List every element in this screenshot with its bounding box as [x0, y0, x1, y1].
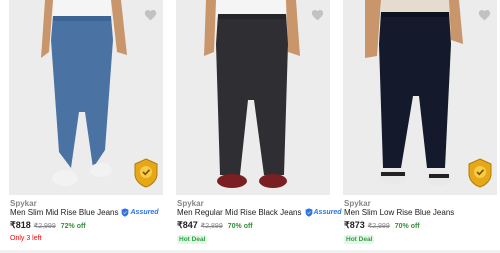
- product-title[interactable]: Men Regular Mid Rise Black Jeans: [177, 208, 302, 217]
- assured-label: Assured: [313, 209, 342, 216]
- product-mrp: ₹2,899: [200, 223, 223, 230]
- wishlist-button[interactable]: [310, 8, 324, 22]
- hot-deal-tag: Hot Deal: [177, 235, 208, 244]
- brand-authorized-badge-icon: [134, 158, 158, 188]
- assured-shield-icon: [305, 208, 312, 217]
- product-card[interactable]: Spykar Men Slim Low Rise Blue Jeans ₹873…: [343, 0, 497, 253]
- product-brand: Spykar: [344, 199, 371, 208]
- product-card[interactable]: Spykar Men Regular Mid Rise Black Jeans …: [176, 0, 342, 253]
- product-photo: [176, 0, 330, 195]
- assured-badge: Assured: [305, 208, 342, 217]
- product-image[interactable]: [176, 0, 330, 195]
- product-brand: Spykar: [177, 199, 204, 208]
- hot-deal-tag: Hot Deal: [344, 235, 375, 244]
- product-discount: 72% off: [60, 223, 86, 230]
- product-title[interactable]: Men Slim Mid Rise Blue Jeans: [10, 208, 118, 217]
- product-price: ₹847: [177, 220, 198, 230]
- product-card[interactable]: Spykar Men Slim Mid Rise Blue Jeans Assu…: [9, 0, 163, 253]
- product-discount: 70% off: [227, 223, 253, 230]
- product-discount: 70% off: [394, 223, 420, 230]
- brand-authorized-badge-icon: [468, 158, 492, 188]
- assured-shield-icon: [122, 208, 129, 217]
- product-price: ₹873: [344, 220, 365, 230]
- heart-icon: [478, 10, 490, 21]
- product-price: ₹818: [10, 220, 31, 230]
- stock-note: Only 3 left: [10, 235, 42, 242]
- assured-label: Assured: [130, 209, 159, 216]
- wishlist-button[interactable]: [477, 8, 491, 22]
- product-mrp: ₹2,999: [33, 223, 56, 230]
- assured-badge: Assured: [121, 208, 159, 217]
- heart-icon: [311, 10, 323, 21]
- product-image[interactable]: [343, 0, 497, 195]
- product-mrp: ₹2,999: [367, 223, 390, 230]
- product-brand: Spykar: [10, 199, 37, 208]
- wishlist-button[interactable]: [143, 8, 157, 22]
- heart-icon: [144, 10, 156, 21]
- product-image[interactable]: [9, 0, 163, 195]
- product-title[interactable]: Men Slim Low Rise Blue Jeans: [344, 208, 454, 217]
